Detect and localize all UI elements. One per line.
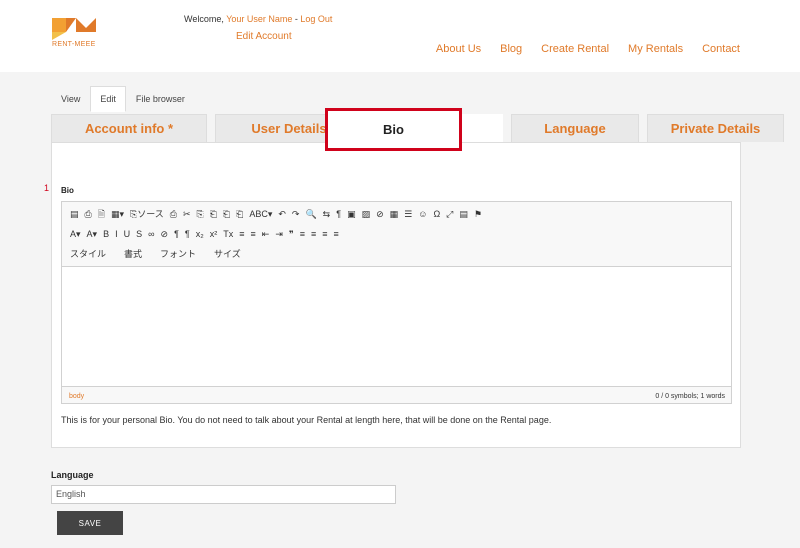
bio-help-text: This is for your personal Bio. You do no… xyxy=(61,415,552,425)
toolbar-toolbar_row2-item-2[interactable]: B xyxy=(103,226,109,242)
subtab-file-browser[interactable]: File browser xyxy=(126,86,195,112)
tab-private-details[interactable]: Private Details xyxy=(647,114,784,142)
toolbar-toolbar_row1-item-1[interactable]: ⎙ xyxy=(85,206,92,222)
toolbar-toolbar_row1-item-9[interactable]: ⎗ xyxy=(223,206,230,222)
toolbar-toolbar_row2-item-17[interactable]: ❞ xyxy=(289,226,294,242)
toolbar-toolbar_row2-item-15[interactable]: ⇤ xyxy=(262,226,270,242)
toolbar-toolbar_row1-item-10[interactable]: ⎗ xyxy=(236,206,243,222)
user-name-link[interactable]: Your User Name xyxy=(226,14,292,24)
toolbar-toolbar_row1-item-13[interactable]: ↷ xyxy=(292,206,300,222)
language-label: Language xyxy=(51,470,94,480)
toolbar-toolbar_row2-item-10[interactable]: x₂ xyxy=(196,226,204,242)
language-input[interactable]: English xyxy=(51,485,396,504)
toolbar-toolbar_row2-item-14[interactable]: ≡ xyxy=(251,226,256,242)
site-header: RENT-MEEE Welcome, Your User Name - Log … xyxy=(0,0,800,72)
toolbar-toolbar_row1-item-4[interactable]: ⎘ソース xyxy=(130,206,164,222)
tab-account-info[interactable]: Account info * xyxy=(51,114,207,142)
edit-account-link[interactable]: Edit Account xyxy=(236,31,292,42)
toolbar-toolbar_row1-item-2[interactable]: 🗎 xyxy=(98,206,105,222)
font-dropdown[interactable]: フォント xyxy=(160,246,196,262)
logout-link[interactable]: Log Out xyxy=(300,14,332,24)
toolbar-toolbar_row2-item-13[interactable]: ≡ xyxy=(239,226,244,242)
toolbar-toolbar_row1-item-17[interactable]: ▣ xyxy=(347,206,356,222)
logo-text: RENT-MEEE xyxy=(52,41,96,48)
toolbar-toolbar_row2-item-5[interactable]: S xyxy=(136,226,142,242)
save-button[interactable]: SAVE xyxy=(57,511,123,535)
toolbar-toolbar_row1-item-23[interactable]: Ω xyxy=(433,206,440,222)
toolbar-toolbar_row1-item-11[interactable]: ABC▾ xyxy=(249,206,272,222)
editor-toolbar-row-3: スタイル 書式 フォント サイズ xyxy=(70,246,259,262)
toolbar-toolbar_row2-item-3[interactable]: I xyxy=(115,226,118,242)
bio-editor: ▤ ⎙ 🗎 ▦▾ ⎘ソース ⎙ ✂ ⎘ ⎗ ⎗ ⎗ ABC▾ ↶ ↷ 🔍 ⇆ ¶ ▣ ▨ ⊘ ▦ ☰ ☺ Ω ⤢ ▤ ⚑ A▾ A▾ B… xyxy=(61,201,732,404)
nav-contact[interactable]: Contact xyxy=(702,43,740,55)
toolbar-toolbar_row2-item-21[interactable]: ≡ xyxy=(334,226,339,242)
style-dropdown[interactable]: スタイル xyxy=(70,246,106,262)
nav-blog[interactable]: Blog xyxy=(500,43,522,55)
toolbar-toolbar_row2-item-9[interactable]: ¶ xyxy=(185,226,190,242)
bio-label: Bio xyxy=(61,186,74,195)
editor-toolbar-row-1: ▤ ⎙ 🗎 ▦▾ ⎘ソース ⎙ ✂ ⎘ ⎗ ⎗ ⎗ ABC▾ ↶ ↷ 🔍 ⇆ ¶ ▣ ▨ ⊘ ▦ ☰ ☺ Ω ⤢ ▤ ⚑ xyxy=(70,206,488,222)
welcome-line: Welcome, Your User Name - Log Out xyxy=(184,14,332,24)
toolbar-toolbar_row1-item-12[interactable]: ↶ xyxy=(278,206,286,222)
toolbar-toolbar_row2-item-16[interactable]: ⇥ xyxy=(275,226,283,242)
toolbar-toolbar_row2-item-20[interactable]: ≡ xyxy=(322,226,327,242)
nav-about-us[interactable]: About Us xyxy=(436,43,481,55)
editor-toolbar-row-2: A▾ A▾ B I U S ∞ ⊘ ¶ ¶ x₂ x² Tx ≡ ≡ ⇤ ⇥ ❞ ≡ ≡ ≡ ≡ xyxy=(70,226,345,242)
toolbar-toolbar_row1-item-21[interactable]: ☰ xyxy=(404,206,412,222)
tab-bio[interactable]: Bio xyxy=(325,108,462,151)
size-dropdown[interactable]: サイズ xyxy=(214,246,241,262)
toolbar-toolbar_row2-item-1[interactable]: A▾ xyxy=(87,226,98,242)
editor-status-path[interactable]: body xyxy=(69,393,84,400)
toolbar-toolbar_row1-item-6[interactable]: ✂ xyxy=(183,206,191,222)
toolbar-toolbar_row1-item-5[interactable]: ⎙ xyxy=(170,206,177,222)
welcome-prefix: Welcome, xyxy=(184,14,227,24)
toolbar-toolbar_row1-item-15[interactable]: ⇆ xyxy=(323,206,331,222)
toolbar-toolbar_row2-item-4[interactable]: U xyxy=(124,226,131,242)
toolbar-toolbar_row2-item-8[interactable]: ¶ xyxy=(174,226,179,242)
toolbar-toolbar_row1-item-16[interactable]: ¶ xyxy=(336,206,341,222)
toolbar-toolbar_row1-item-14[interactable]: 🔍 xyxy=(305,206,316,222)
annotation-marker: 1 xyxy=(44,183,50,193)
nav-my-rentals[interactable]: My Rentals xyxy=(628,43,683,55)
format-dropdown[interactable]: 書式 xyxy=(124,246,142,262)
toolbar-toolbar_row2-item-0[interactable]: A▾ xyxy=(70,226,81,242)
toolbar-toolbar_row2-item-6[interactable]: ∞ xyxy=(148,226,154,242)
subtab-view[interactable]: View xyxy=(51,86,90,112)
subtab-edit[interactable]: Edit xyxy=(90,86,126,112)
toolbar-toolbar_row1-item-18[interactable]: ▨ xyxy=(362,206,371,222)
bio-edit-area[interactable] xyxy=(62,266,731,387)
toolbar-toolbar_row1-item-26[interactable]: ⚑ xyxy=(474,206,482,222)
toolbar-toolbar_row1-item-20[interactable]: ▦ xyxy=(390,206,399,222)
toolbar-toolbar_row2-item-11[interactable]: x² xyxy=(210,226,218,242)
tab-language[interactable]: Language xyxy=(511,114,639,142)
nav-create-rental[interactable]: Create Rental xyxy=(541,43,609,55)
toolbar-toolbar_row1-item-0[interactable]: ▤ xyxy=(70,206,79,222)
editor-word-count: 0 / 0 symbols; 1 words xyxy=(655,393,725,400)
subtabs: View Edit File browser xyxy=(51,86,195,112)
toolbar-toolbar_row2-item-19[interactable]: ≡ xyxy=(311,226,316,242)
toolbar-toolbar_row2-item-18[interactable]: ≡ xyxy=(300,226,305,242)
toolbar-toolbar_row1-item-19[interactable]: ⊘ xyxy=(376,206,384,222)
toolbar-toolbar_row2-item-7[interactable]: ⊘ xyxy=(161,226,169,242)
toolbar-toolbar_row1-item-22[interactable]: ☺ xyxy=(418,206,427,222)
toolbar-toolbar_row1-item-3[interactable]: ▦▾ xyxy=(111,206,124,222)
toolbar-toolbar_row1-item-25[interactable]: ▤ xyxy=(459,206,468,222)
top-nav: About Us Blog Create Rental My Rentals C… xyxy=(417,43,740,55)
toolbar-toolbar_row1-item-8[interactable]: ⎗ xyxy=(210,206,217,222)
toolbar-toolbar_row1-item-24[interactable]: ⤢ xyxy=(446,206,453,222)
toolbar-toolbar_row1-item-7[interactable]: ⎘ xyxy=(197,206,204,222)
toolbar-toolbar_row2-item-12[interactable]: Tx xyxy=(223,226,233,242)
